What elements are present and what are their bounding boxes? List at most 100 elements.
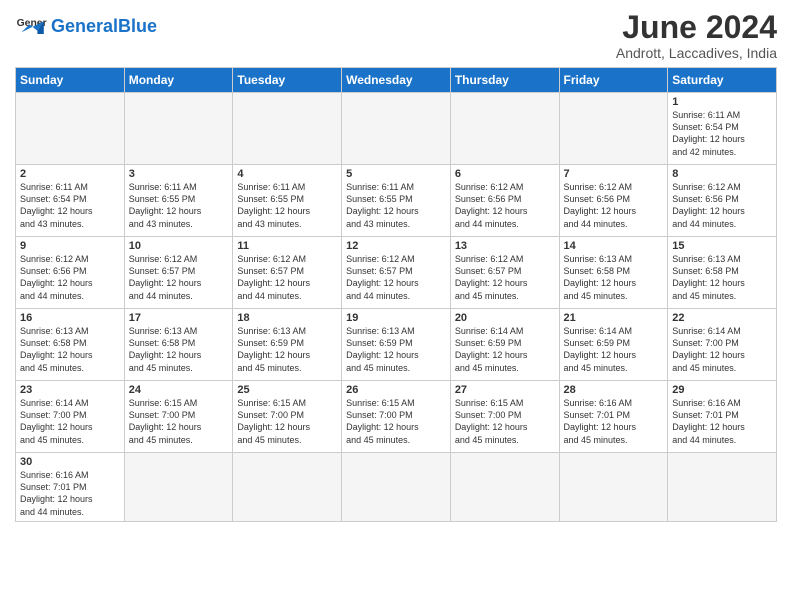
table-row: 10Sunrise: 6:12 AM Sunset: 6:57 PM Dayli…: [124, 237, 233, 309]
day-info: Sunrise: 6:12 AM Sunset: 6:56 PM Dayligh…: [672, 181, 772, 230]
table-row: 5Sunrise: 6:11 AM Sunset: 6:55 PM Daylig…: [342, 165, 451, 237]
day-number: 20: [455, 312, 555, 324]
table-row: 6Sunrise: 6:12 AM Sunset: 6:56 PM Daylig…: [450, 165, 559, 237]
table-row: [124, 93, 233, 165]
day-number: 19: [346, 312, 446, 324]
table-row: [342, 93, 451, 165]
day-number: 30: [20, 456, 120, 468]
header-wednesday: Wednesday: [342, 68, 451, 93]
day-info: Sunrise: 6:13 AM Sunset: 6:58 PM Dayligh…: [672, 253, 772, 302]
calendar-week-row: 9Sunrise: 6:12 AM Sunset: 6:56 PM Daylig…: [16, 237, 777, 309]
day-info: Sunrise: 6:11 AM Sunset: 6:54 PM Dayligh…: [20, 181, 120, 230]
day-info: Sunrise: 6:12 AM Sunset: 6:57 PM Dayligh…: [346, 253, 446, 302]
day-number: 13: [455, 240, 555, 252]
day-number: 23: [20, 384, 120, 396]
table-row: [233, 453, 342, 522]
day-number: 14: [564, 240, 664, 252]
day-number: 2: [20, 168, 120, 180]
location-subtitle: Andrott, Laccadives, India: [616, 45, 777, 61]
day-info: Sunrise: 6:13 AM Sunset: 6:59 PM Dayligh…: [346, 325, 446, 374]
day-number: 18: [237, 312, 337, 324]
day-info: Sunrise: 6:15 AM Sunset: 7:00 PM Dayligh…: [129, 397, 229, 446]
table-row: 1Sunrise: 6:11 AM Sunset: 6:54 PM Daylig…: [668, 93, 777, 165]
table-row: [233, 93, 342, 165]
header-friday: Friday: [559, 68, 668, 93]
table-row: 22Sunrise: 6:14 AM Sunset: 7:00 PM Dayli…: [668, 309, 777, 381]
calendar-week-row: 23Sunrise: 6:14 AM Sunset: 7:00 PM Dayli…: [16, 381, 777, 453]
calendar-table: Sunday Monday Tuesday Wednesday Thursday…: [15, 67, 777, 522]
calendar-week-row: 2Sunrise: 6:11 AM Sunset: 6:54 PM Daylig…: [16, 165, 777, 237]
calendar-header-row: Sunday Monday Tuesday Wednesday Thursday…: [16, 68, 777, 93]
table-row: 21Sunrise: 6:14 AM Sunset: 6:59 PM Dayli…: [559, 309, 668, 381]
table-row: [450, 93, 559, 165]
day-info: Sunrise: 6:12 AM Sunset: 6:56 PM Dayligh…: [455, 181, 555, 230]
table-row: 7Sunrise: 6:12 AM Sunset: 6:56 PM Daylig…: [559, 165, 668, 237]
table-row: 28Sunrise: 6:16 AM Sunset: 7:01 PM Dayli…: [559, 381, 668, 453]
day-info: Sunrise: 6:16 AM Sunset: 7:01 PM Dayligh…: [20, 469, 120, 518]
day-info: Sunrise: 6:12 AM Sunset: 6:57 PM Dayligh…: [455, 253, 555, 302]
table-row: 20Sunrise: 6:14 AM Sunset: 6:59 PM Dayli…: [450, 309, 559, 381]
day-info: Sunrise: 6:14 AM Sunset: 7:00 PM Dayligh…: [20, 397, 120, 446]
day-info: Sunrise: 6:12 AM Sunset: 6:57 PM Dayligh…: [237, 253, 337, 302]
day-info: Sunrise: 6:13 AM Sunset: 6:58 PM Dayligh…: [20, 325, 120, 374]
month-title: June 2024: [616, 10, 777, 45]
day-info: Sunrise: 6:15 AM Sunset: 7:00 PM Dayligh…: [455, 397, 555, 446]
table-row: 18Sunrise: 6:13 AM Sunset: 6:59 PM Dayli…: [233, 309, 342, 381]
day-number: 1: [672, 96, 772, 108]
day-info: Sunrise: 6:16 AM Sunset: 7:01 PM Dayligh…: [564, 397, 664, 446]
day-info: Sunrise: 6:11 AM Sunset: 6:54 PM Dayligh…: [672, 109, 772, 158]
table-row: 27Sunrise: 6:15 AM Sunset: 7:00 PM Dayli…: [450, 381, 559, 453]
header-thursday: Thursday: [450, 68, 559, 93]
day-info: Sunrise: 6:15 AM Sunset: 7:00 PM Dayligh…: [346, 397, 446, 446]
day-number: 12: [346, 240, 446, 252]
table-row: 16Sunrise: 6:13 AM Sunset: 6:58 PM Dayli…: [16, 309, 125, 381]
day-info: Sunrise: 6:13 AM Sunset: 6:58 PM Dayligh…: [129, 325, 229, 374]
table-row: 29Sunrise: 6:16 AM Sunset: 7:01 PM Dayli…: [668, 381, 777, 453]
day-info: Sunrise: 6:14 AM Sunset: 6:59 PM Dayligh…: [564, 325, 664, 374]
table-row: 24Sunrise: 6:15 AM Sunset: 7:00 PM Dayli…: [124, 381, 233, 453]
day-info: Sunrise: 6:12 AM Sunset: 6:56 PM Dayligh…: [564, 181, 664, 230]
day-number: 16: [20, 312, 120, 324]
table-row: 9Sunrise: 6:12 AM Sunset: 6:56 PM Daylig…: [16, 237, 125, 309]
table-row: 15Sunrise: 6:13 AM Sunset: 6:58 PM Dayli…: [668, 237, 777, 309]
day-number: 3: [129, 168, 229, 180]
day-number: 5: [346, 168, 446, 180]
day-info: Sunrise: 6:13 AM Sunset: 6:59 PM Dayligh…: [237, 325, 337, 374]
calendar-week-row: 30Sunrise: 6:16 AM Sunset: 7:01 PM Dayli…: [16, 453, 777, 522]
table-row: 4Sunrise: 6:11 AM Sunset: 6:55 PM Daylig…: [233, 165, 342, 237]
day-number: 25: [237, 384, 337, 396]
logo-general: General: [51, 16, 118, 36]
table-row: [450, 453, 559, 522]
table-row: 23Sunrise: 6:14 AM Sunset: 7:00 PM Dayli…: [16, 381, 125, 453]
title-area: June 2024 Andrott, Laccadives, India: [616, 10, 777, 61]
day-number: 15: [672, 240, 772, 252]
header-sunday: Sunday: [16, 68, 125, 93]
logo: General GeneralBlue: [15, 10, 157, 42]
table-row: [342, 453, 451, 522]
day-number: 28: [564, 384, 664, 396]
day-number: 21: [564, 312, 664, 324]
day-number: 4: [237, 168, 337, 180]
logo-text: GeneralBlue: [51, 17, 157, 35]
day-info: Sunrise: 6:14 AM Sunset: 6:59 PM Dayligh…: [455, 325, 555, 374]
day-info: Sunrise: 6:12 AM Sunset: 6:57 PM Dayligh…: [129, 253, 229, 302]
day-info: Sunrise: 6:16 AM Sunset: 7:01 PM Dayligh…: [672, 397, 772, 446]
day-number: 10: [129, 240, 229, 252]
table-row: 19Sunrise: 6:13 AM Sunset: 6:59 PM Dayli…: [342, 309, 451, 381]
table-row: 26Sunrise: 6:15 AM Sunset: 7:00 PM Dayli…: [342, 381, 451, 453]
day-number: 6: [455, 168, 555, 180]
day-info: Sunrise: 6:11 AM Sunset: 6:55 PM Dayligh…: [237, 181, 337, 230]
day-info: Sunrise: 6:12 AM Sunset: 6:56 PM Dayligh…: [20, 253, 120, 302]
day-number: 9: [20, 240, 120, 252]
header-saturday: Saturday: [668, 68, 777, 93]
day-number: 22: [672, 312, 772, 324]
table-row: [124, 453, 233, 522]
day-number: 8: [672, 168, 772, 180]
day-number: 11: [237, 240, 337, 252]
table-row: 3Sunrise: 6:11 AM Sunset: 6:55 PM Daylig…: [124, 165, 233, 237]
table-row: 17Sunrise: 6:13 AM Sunset: 6:58 PM Dayli…: [124, 309, 233, 381]
table-row: 11Sunrise: 6:12 AM Sunset: 6:57 PM Dayli…: [233, 237, 342, 309]
day-info: Sunrise: 6:14 AM Sunset: 7:00 PM Dayligh…: [672, 325, 772, 374]
table-row: 12Sunrise: 6:12 AM Sunset: 6:57 PM Dayli…: [342, 237, 451, 309]
table-row: 14Sunrise: 6:13 AM Sunset: 6:58 PM Dayli…: [559, 237, 668, 309]
